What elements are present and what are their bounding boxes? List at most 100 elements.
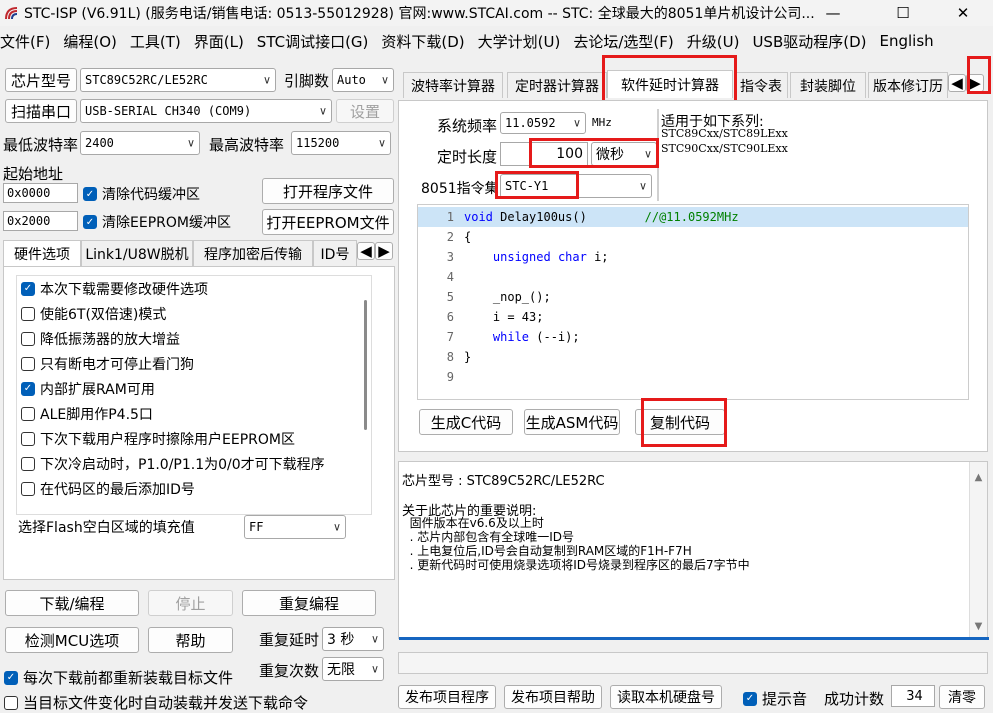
option-label: 降低振荡器的放大增益 — [40, 331, 180, 348]
port-select[interactable]: USB-SERIAL CH340 (COM9) ∨ — [80, 99, 332, 123]
checkbox-icon: ✓ — [83, 187, 97, 201]
left-arrow-icon[interactable]: ◀ — [357, 242, 375, 260]
min-baud-select[interactable]: 2400 ∨ — [80, 131, 200, 155]
isa-select[interactable]: STC-Y1 ∨ — [500, 174, 652, 198]
tab-encrypt[interactable]: 程序加密后传输 — [193, 240, 313, 266]
delay-unit-select[interactable]: 微秒 ∨ — [591, 142, 657, 166]
chevron-down-icon: ∨ — [332, 520, 341, 534]
gen-asm-button[interactable]: 生成ASM代码 — [524, 409, 620, 435]
sys-freq-select[interactable]: 11.0592 ∨ — [500, 112, 586, 134]
menu-file[interactable]: 文件(F) — [0, 31, 50, 52]
menu-university[interactable]: 大学计划(U) — [478, 31, 561, 52]
help-button[interactable]: 帮助 — [148, 627, 233, 653]
close-button[interactable]: ✕ — [940, 0, 986, 26]
tab-link1[interactable]: Link1/U8W脱机 — [81, 240, 193, 266]
delay-length-input[interactable]: 100 — [500, 142, 588, 166]
repeat-delay-select[interactable]: 3 秒 ∨ — [322, 627, 384, 651]
gen-c-button[interactable]: 生成C代码 — [419, 409, 513, 435]
hardware-option-8[interactable]: 下次冷启动时，P1.0/P1.1为0/0才可下载程序 — [17, 451, 371, 476]
tab-instruction[interactable]: 指令表 — [734, 72, 788, 98]
tab-scroll: ◀ ▶ — [357, 242, 395, 262]
tab-hardware[interactable]: 硬件选项 — [3, 240, 81, 266]
menu-upgrade[interactable]: 升级(U) — [687, 31, 740, 52]
hardware-option-6[interactable]: ALE脚用作P4.5口 — [17, 401, 371, 426]
menu-english[interactable]: English — [879, 32, 933, 50]
hardware-option-4[interactable]: 只有断电才可停止看门狗 — [17, 351, 371, 376]
right-arrow-icon[interactable]: ▶ — [375, 242, 393, 260]
menu-debug[interactable]: STC调试接口(G) — [257, 31, 369, 52]
chip-model-button[interactable]: 芯片型号 — [5, 68, 77, 92]
tone-checkbox[interactable]: ✓ 提示音 — [743, 688, 807, 709]
scroll-up-icon[interactable]: ▲ — [970, 472, 987, 483]
reload-checkbox[interactable]: ✓ 每次下载前都重新装载目标文件 — [4, 667, 233, 688]
hardware-option-9[interactable]: 在代码区的最后添加ID号 — [17, 476, 371, 501]
hardware-option-7[interactable]: 下次下载用户程序时擦除用户EEPROM区 — [17, 426, 371, 451]
tab-delay-calc[interactable]: 软件延时计算器 — [607, 70, 733, 98]
right-tab-strip: 波特率计算器 定时器计算器 软件延时计算器 指令表 封装脚位 版本修订历 ◀ ▶ — [403, 70, 988, 98]
chevron-down-icon: ∨ — [370, 662, 379, 676]
note-line: 固件版本在v6.6及以上时 — [402, 516, 544, 530]
right-arrow-icon[interactable]: ▶ — [966, 74, 984, 92]
hardware-option-2[interactable]: 使能6T(双倍速)模式 — [17, 301, 371, 326]
left-arrow-icon[interactable]: ◀ — [948, 74, 966, 92]
delay-calc-panel: 系统频率 11.0592 ∨ MHz 适用于如下系列: STC89Cxx/STC8… — [398, 100, 988, 452]
publish-button[interactable]: 发布项目程序 — [398, 685, 496, 709]
hardware-option-3[interactable]: 降低振荡器的放大增益 — [17, 326, 371, 351]
copy-code-button[interactable]: 复制代码 — [635, 409, 725, 435]
code-editor[interactable]: 1 void Delay100us() //@11.0592MHz 2{3 unsi… — [417, 204, 969, 400]
window-title: STC-ISP (V6.91L) (服务电话/销售电话: 0513-550129… — [24, 6, 815, 22]
tab-id[interactable]: ID号 — [313, 240, 357, 266]
line-number: 4 — [446, 270, 454, 284]
flash-fill-select[interactable]: FF ∨ — [244, 515, 346, 539]
chip-model-select[interactable]: STC89C52RC/LE52RC ∨ — [80, 68, 276, 92]
scan-port-button[interactable]: 扫描串口 — [5, 99, 77, 123]
pin-count-select[interactable]: Auto ∨ — [332, 68, 394, 92]
tab-baud-calc[interactable]: 波特率计算器 — [403, 72, 503, 98]
clear-count-button[interactable]: 清零 — [939, 685, 985, 709]
auto-send-checkbox[interactable]: 当目标文件变化时自动装载并发送下载命令 — [4, 692, 308, 713]
chevron-down-icon: ∨ — [318, 104, 327, 118]
reprogram-button[interactable]: 重复编程 — [242, 590, 376, 616]
series-2: STC90Cxx/STC90LExx — [661, 142, 788, 155]
read-disk-button[interactable]: 读取本机硬盘号 — [610, 685, 722, 709]
chevron-down-icon: ∨ — [572, 116, 581, 130]
clear-eeprom-checkbox[interactable]: ✓ 清除EEPROM缓冲区 — [83, 212, 231, 232]
chip-info-line: 芯片型号 : STC89C52RC/LE52RC — [402, 474, 605, 489]
download-button[interactable]: 下载/编程 — [5, 590, 139, 616]
maximize-button[interactable]: ☐ — [880, 0, 926, 26]
settings-button[interactable]: 设置 — [336, 99, 394, 123]
line-number: 7 — [446, 330, 454, 344]
menu-download[interactable]: 资料下载(D) — [381, 31, 464, 52]
tab-history[interactable]: 版本修订历 — [868, 72, 948, 98]
chevron-down-icon: ∨ — [638, 179, 647, 193]
menu-tools[interactable]: 工具(T) — [130, 31, 181, 52]
menu-interface[interactable]: 界面(L) — [194, 31, 244, 52]
chevron-down-icon: ∨ — [377, 136, 386, 150]
clear-code-checkbox[interactable]: ✓ 清除代码缓冲区 — [83, 184, 200, 204]
freq-unit: MHz — [592, 116, 612, 129]
eeprom-addr-input[interactable]: 0x2000 — [3, 211, 78, 231]
min-baud-label: 最低波特率 — [3, 136, 79, 154]
open-program-button[interactable]: 打开程序文件 — [262, 178, 394, 204]
menu-usb-driver[interactable]: USB驱动程序(D) — [752, 31, 866, 52]
menu-forum[interactable]: 去论坛/选型(F) — [573, 31, 673, 52]
publish-help-button[interactable]: 发布项目帮助 — [504, 685, 602, 709]
open-eeprom-button[interactable]: 打开EEPROM文件 — [262, 209, 394, 235]
hardware-option-5[interactable]: ✓ 内部扩展RAM可用 — [17, 376, 371, 401]
max-baud-select[interactable]: 115200 ∨ — [291, 131, 391, 155]
stop-button[interactable]: 停止 — [148, 590, 233, 616]
scroll-down-icon[interactable]: ▼ — [970, 621, 987, 632]
start-addr-input[interactable]: 0x0000 — [3, 183, 78, 203]
hardware-option-1[interactable]: ✓ 本次下载需要修改硬件选项 — [17, 276, 371, 301]
repeat-count-select[interactable]: 无限 ∨ — [322, 657, 384, 681]
menu-program[interactable]: 编程(O) — [63, 31, 117, 52]
tab-package[interactable]: 封装脚位 — [790, 72, 866, 98]
info-scrollbar[interactable]: ▲ ▼ — [969, 462, 987, 638]
chevron-down-icon: ∨ — [643, 147, 652, 161]
detect-mcu-button[interactable]: 检测MCU选项 — [5, 627, 139, 653]
tab-timer-calc[interactable]: 定时器计算器 — [507, 72, 607, 98]
minimize-button[interactable]: — — [810, 0, 856, 26]
start-addr-label: 起始地址 — [3, 165, 64, 183]
scrollbar-thumb[interactable] — [364, 300, 367, 430]
option-label: 内部扩展RAM可用 — [40, 381, 155, 398]
